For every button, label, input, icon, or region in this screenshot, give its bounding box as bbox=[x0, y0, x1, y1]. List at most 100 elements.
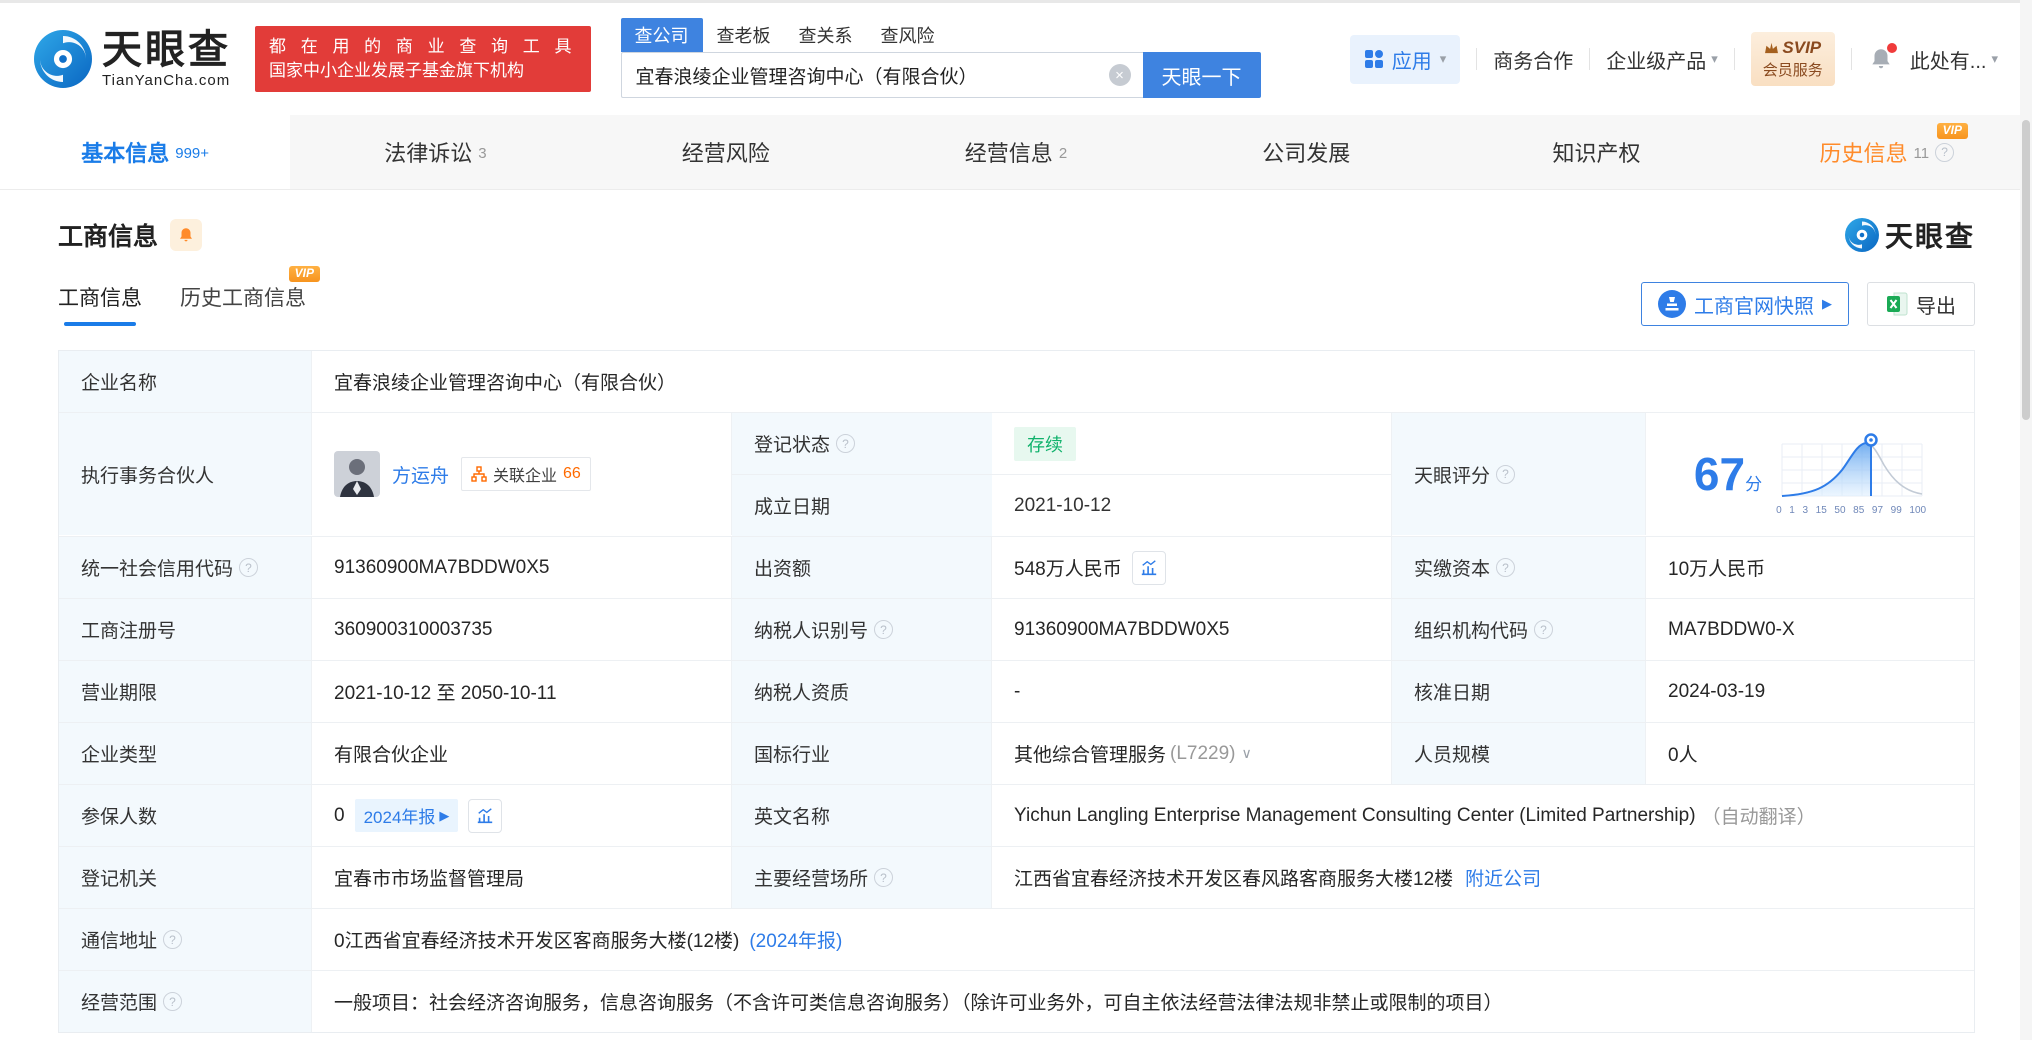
industry-code: (L7229) bbox=[1170, 742, 1236, 764]
help-icon[interactable]: ? bbox=[1496, 464, 1516, 484]
mini-chart-icon bbox=[1141, 559, 1156, 575]
subtab-business-info[interactable]: 工商信息 bbox=[58, 282, 142, 326]
annual-report-chip[interactable]: 2024年报 ▶ bbox=[354, 799, 459, 832]
apps-grid-icon bbox=[1364, 50, 1383, 68]
user-menu[interactable]: 此处有... ▾ bbox=[1910, 45, 1998, 74]
search-tab-relation[interactable]: 查关系 bbox=[785, 18, 867, 52]
help-icon[interactable]: ? bbox=[1496, 558, 1516, 577]
help-icon[interactable]: ? bbox=[874, 868, 894, 887]
tab-company-development[interactable]: 公司发展 bbox=[1161, 115, 1451, 189]
related-companies-chip[interactable]: 关联企业 66 bbox=[461, 457, 591, 491]
partner-avatar[interactable] bbox=[334, 451, 380, 497]
table-row: 统一社会信用代码 ? 91360900MA7BDDW0X5 出资额 548万人民… bbox=[59, 537, 1974, 599]
notifications-button[interactable] bbox=[1868, 43, 1897, 72]
business-info-table: 企业名称 宜春浪绫企业管理咨询中心（有限合伙） 执行事务合伙人 方运舟 关联企业… bbox=[58, 350, 1975, 1033]
table-row: 工商注册号 360900310003735 纳税人识别号 ? 91360900M… bbox=[59, 599, 1974, 661]
user-name: 此处有... bbox=[1909, 50, 1987, 73]
official-snapshot-button[interactable]: 工商官网快照 ▶ bbox=[1641, 282, 1849, 326]
help-icon[interactable]: ? bbox=[1534, 620, 1554, 639]
chevron-down-icon: ▾ bbox=[1439, 51, 1447, 66]
reg-number-label: 工商注册号 bbox=[59, 599, 312, 660]
svip-label: SVIP bbox=[1782, 38, 1822, 57]
table-row: 企业类型 有限合伙企业 国标行业 其他综合管理服务 (L7229) ∨ 人员规模… bbox=[59, 723, 1974, 785]
credit-code-label: 统一社会信用代码 ? bbox=[59, 537, 312, 598]
tianyancha-logo[interactable]: 天眼查 TianYanCha.com bbox=[34, 30, 231, 89]
tab-basic-info[interactable]: 基本信息 999+ bbox=[0, 115, 291, 189]
tianyancha-watermark: 天眼查 bbox=[1844, 215, 1975, 255]
arrow-right-icon: ▶ bbox=[1822, 296, 1832, 311]
annual-report-link[interactable]: (2024年报) bbox=[749, 926, 842, 953]
scrollbar[interactable] bbox=[2020, 0, 2032, 1040]
apps-menu-button[interactable]: 应用 ▾ bbox=[1349, 34, 1461, 84]
search-tab-company[interactable]: 查公司 bbox=[620, 18, 703, 52]
table-row: 成立日期 2021-10-12 bbox=[732, 475, 1391, 536]
company-type-value: 有限合伙企业 bbox=[312, 723, 732, 784]
score-distribution-chart: 0 1 3 15 50 85 97 99 100 bbox=[1776, 432, 1926, 516]
section-title: 工商信息 bbox=[58, 223, 159, 251]
taxpayer-qualification-label: 纳税人资质 bbox=[732, 661, 992, 722]
industry-value[interactable]: 其他综合管理服务 (L7229) ∨ bbox=[992, 723, 1392, 784]
industry-label: 国标行业 bbox=[732, 723, 992, 784]
tab-count: 999+ bbox=[175, 144, 210, 162]
tab-intellectual-property[interactable]: 知识产权 bbox=[1451, 115, 1741, 189]
search-tab-risk[interactable]: 查风险 bbox=[867, 18, 949, 52]
trend-chart-icon[interactable] bbox=[468, 798, 503, 833]
export-button[interactable]: 导出 bbox=[1867, 282, 1975, 326]
divider bbox=[1850, 48, 1852, 70]
business-site-value: 江西省宜春经济技术开发区春风路客商服务大楼12楼 附近公司 bbox=[992, 847, 1974, 908]
score-axis-labels: 0 1 3 15 50 85 97 99 100 bbox=[1776, 505, 1927, 516]
bell-curve-chart bbox=[1781, 433, 1923, 497]
subtab-history-business-info[interactable]: VIP 历史工商信息 bbox=[180, 266, 320, 326]
tianyan-score-label: 天眼评分 ? bbox=[1392, 413, 1646, 535]
help-icon[interactable]: ? bbox=[163, 930, 183, 949]
tab-count: 3 bbox=[478, 144, 487, 162]
scrollbar-thumb[interactable] bbox=[2022, 120, 2030, 420]
promo-line2: 国家中小企业发展子基金旗下机构 bbox=[269, 61, 524, 80]
registration-status-value: 存续 bbox=[992, 413, 1391, 474]
taxpayer-id-label: 纳税人识别号 ? bbox=[732, 599, 992, 660]
paid-capital-value: 10万人民币 bbox=[1668, 559, 1766, 580]
chevron-down-icon: ▾ bbox=[1711, 51, 1718, 66]
help-icon[interactable]: ? bbox=[163, 992, 183, 1011]
bell-icon bbox=[180, 228, 193, 242]
subscribe-bell-button[interactable] bbox=[170, 219, 203, 251]
help-icon[interactable]: ? bbox=[836, 434, 856, 453]
subtab-row: 工商信息 VIP 历史工商信息 工商官网快照 ▶ 导出 bbox=[58, 266, 1975, 330]
enterprise-products-link[interactable]: 企业级产品 ▾ bbox=[1606, 45, 1718, 74]
tab-operation-risk[interactable]: 经营风险 bbox=[581, 115, 871, 189]
person-photo bbox=[334, 451, 380, 497]
table-row: 参保人数 0 2024年报 ▶ 英文名称 Yichun Langling Ent… bbox=[59, 785, 1974, 847]
tianyancha-logo-icon bbox=[1844, 218, 1879, 252]
executive-partner-label: 执行事务合伙人 bbox=[59, 413, 312, 535]
search-tab-boss[interactable]: 查老板 bbox=[703, 18, 785, 52]
apps-label: 应用 bbox=[1391, 50, 1432, 73]
business-term-label: 营业期限 bbox=[59, 661, 312, 722]
enterprise-products-label: 企业级产品 bbox=[1606, 50, 1707, 73]
nearby-companies-link[interactable]: 附近公司 bbox=[1465, 864, 1541, 891]
capital-label: 出资额 bbox=[732, 537, 992, 598]
auto-translate-note: （自动翻译） bbox=[1701, 807, 1816, 828]
search-row: × 天眼一下 bbox=[620, 52, 1261, 98]
trend-chart-icon[interactable] bbox=[1131, 550, 1166, 585]
business-cooperation-link[interactable]: 商务合作 bbox=[1493, 45, 1573, 74]
clear-search-icon[interactable]: × bbox=[1108, 64, 1131, 86]
mailing-address-value: 0江西省宜春经济技术开发区客商服务大楼(12楼) (2024年报) bbox=[312, 909, 1974, 970]
divider bbox=[1476, 48, 1478, 70]
tab-operation-info[interactable]: 经营信息 2 bbox=[871, 115, 1161, 189]
insured-count-label: 参保人数 bbox=[59, 785, 312, 846]
help-icon[interactable]: ? bbox=[874, 620, 894, 639]
help-icon[interactable]: ? bbox=[239, 558, 259, 577]
svip-member-button[interactable]: SVIP 会员服务 bbox=[1750, 32, 1835, 86]
tab-history-info[interactable]: VIP 历史信息 11 ? bbox=[1742, 115, 2032, 189]
tianyan-score-value[interactable]: 67分 0 1 3 15 50 85 97 99 100 bbox=[1646, 413, 1974, 535]
help-icon[interactable]: ? bbox=[1935, 142, 1955, 162]
org-chart-icon bbox=[471, 466, 487, 482]
mini-chart-icon bbox=[478, 807, 493, 823]
table-row: 经营范围 ? 一般项目：社会经济咨询服务，信息咨询服务（不含许可类信息咨询服务）… bbox=[59, 971, 1974, 1032]
search-input[interactable] bbox=[633, 63, 1109, 87]
tab-legal-litigation[interactable]: 法律诉讼 3 bbox=[290, 115, 580, 189]
partner-name-link[interactable]: 方运舟 bbox=[392, 461, 449, 488]
english-name-value: Yichun Langling Enterprise Management Co… bbox=[992, 785, 1974, 846]
status-badge: 存续 bbox=[1014, 426, 1076, 461]
search-submit-button[interactable]: 天眼一下 bbox=[1142, 52, 1261, 98]
